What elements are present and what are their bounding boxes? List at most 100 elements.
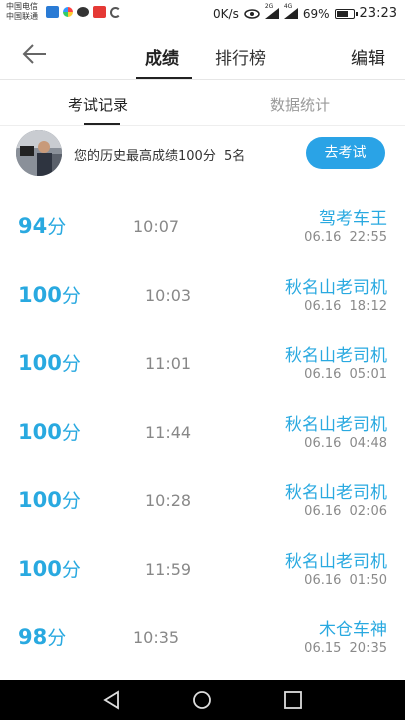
record-row[interactable]: 100分 10:28 秋名山老司机 06.16 02:06 bbox=[0, 456, 405, 525]
record-list: 94分 10:07 驾考车王 06.16 22:55 100分 10:03 秋名山老司机 06… bbox=[0, 182, 405, 662]
battery-icon bbox=[334, 8, 358, 19]
score-unit: 分 bbox=[61, 353, 81, 375]
app-notification-icon bbox=[46, 6, 59, 18]
score-value: 100 bbox=[18, 556, 62, 581]
record-score: 100分 bbox=[18, 418, 81, 445]
record-time: 18:12 bbox=[349, 298, 387, 314]
record-datetime: 06.16 05:01 bbox=[304, 367, 387, 382]
record-score: 100分 bbox=[18, 486, 81, 513]
edit-button[interactable]: 编辑 bbox=[351, 44, 385, 69]
record-row[interactable]: 100分 10:03 秋名山老司机 06.16 18:12 bbox=[0, 251, 405, 320]
best-rank: 5名 bbox=[223, 149, 246, 164]
record-date: 06.16 bbox=[304, 230, 342, 245]
go-exam-button[interactable]: 去考试 bbox=[306, 137, 385, 169]
score-unit: 分 bbox=[61, 284, 81, 307]
system-nav-bar bbox=[0, 680, 405, 720]
notification-icons bbox=[46, 6, 121, 18]
record-date: 06.16 bbox=[304, 367, 342, 382]
record-datetime: 06.16 04:48 bbox=[304, 436, 387, 451]
record-datetime: 06.16 22:55 bbox=[304, 230, 387, 245]
record-date: 06.15 bbox=[304, 641, 342, 656]
record-row[interactable]: 100分 11:59 秋名山老司机 06.16 01:50 bbox=[0, 525, 405, 594]
record-title: 秋名山老司机 bbox=[285, 414, 387, 435]
record-score: 94分 bbox=[18, 212, 66, 239]
status-right: 0K/s 2G 4G 69% 23:23 bbox=[213, 3, 397, 21]
news-icon bbox=[93, 6, 106, 18]
avatar[interactable] bbox=[16, 130, 62, 176]
sub-tabs: 考试记录 数据统计 bbox=[0, 80, 405, 126]
record-score: 100分 bbox=[18, 281, 81, 308]
carrier-2: 中国联通 bbox=[6, 12, 38, 21]
score-value: 94 bbox=[18, 214, 48, 238]
record-datetime: 06.16 01:50 bbox=[304, 573, 387, 588]
signal-2g-icon: 2G bbox=[264, 3, 279, 19]
sub-tab-indicator bbox=[84, 123, 120, 125]
record-datetime: 06.15 20:35 bbox=[304, 641, 387, 656]
record-row[interactable]: 100分 11:01 秋名山老司机 06.16 05:01 bbox=[0, 319, 405, 388]
signal-4g-icon: 4G bbox=[283, 3, 298, 19]
back-arrow-icon[interactable] bbox=[20, 40, 50, 68]
score-value: 100 bbox=[18, 419, 62, 444]
wechat-icon bbox=[77, 7, 89, 17]
record-duration: 10:03 bbox=[145, 285, 192, 305]
record-row[interactable]: 94分 10:07 驾考车王 06.16 22:55 bbox=[0, 182, 405, 251]
record-duration: 11:59 bbox=[145, 559, 192, 579]
record-date: 06.16 bbox=[304, 572, 342, 588]
record-title: 驾考车王 bbox=[319, 209, 387, 229]
home-circle-icon[interactable] bbox=[192, 690, 212, 710]
score-unit: 分 bbox=[61, 558, 81, 581]
record-row[interactable]: 98分 10:35 木仓车神 06.15 20:35 bbox=[0, 593, 405, 662]
network-speed: 0K/s bbox=[213, 6, 239, 21]
sync-icon bbox=[110, 6, 121, 18]
top-nav: 成绩 排行榜 编辑 bbox=[0, 28, 405, 80]
carrier-1: 中国电信 bbox=[6, 2, 38, 11]
record-duration: 11:01 bbox=[145, 354, 192, 373]
score-value: 98 bbox=[18, 625, 48, 649]
carrier-labels: 中国电信 中国联通 bbox=[6, 2, 38, 22]
record-title: 秋名山老司机 bbox=[285, 483, 387, 503]
record-time: 20:35 bbox=[349, 641, 387, 656]
recents-square-icon[interactable] bbox=[283, 690, 303, 710]
tab-ranking[interactable]: 排行榜 bbox=[215, 44, 266, 69]
best-score-label: 您的历史最高成绩100分 bbox=[74, 149, 216, 164]
tab-active-indicator bbox=[136, 77, 192, 79]
score-unit: 分 bbox=[61, 490, 81, 512]
record-time: 01:50 bbox=[349, 572, 387, 588]
record-time: 02:06 bbox=[349, 504, 387, 519]
record-time: 05:01 bbox=[349, 367, 387, 382]
record-title: 木仓车神 bbox=[319, 620, 387, 640]
eye-icon bbox=[244, 8, 260, 19]
record-title: 秋名山老司机 bbox=[285, 551, 387, 572]
record-datetime: 06.16 02:06 bbox=[304, 504, 387, 519]
record-date: 06.16 bbox=[304, 435, 342, 451]
score-unit: 分 bbox=[47, 627, 67, 649]
record-duration: 10:35 bbox=[133, 628, 180, 647]
clock: 23:23 bbox=[359, 6, 397, 21]
pinwheel-icon bbox=[63, 7, 73, 17]
best-score-bar: 您的历史最高成绩100分 5名 去考试 bbox=[0, 126, 405, 182]
record-date: 06.16 bbox=[304, 298, 342, 314]
tab-scores[interactable]: 成绩 bbox=[145, 44, 179, 69]
score-unit: 分 bbox=[47, 216, 67, 238]
record-title: 秋名山老司机 bbox=[285, 277, 387, 298]
back-triangle-icon[interactable] bbox=[102, 690, 122, 710]
record-datetime: 06.16 18:12 bbox=[304, 299, 387, 314]
record-duration: 10:07 bbox=[133, 217, 180, 236]
score-value: 100 bbox=[18, 282, 62, 307]
record-score: 100分 bbox=[18, 349, 81, 376]
tab-data-stats[interactable]: 数据统计 bbox=[270, 94, 330, 115]
record-date: 06.16 bbox=[304, 504, 342, 519]
battery-percent: 69% bbox=[302, 6, 330, 21]
record-duration: 11:44 bbox=[145, 422, 192, 442]
score-value: 100 bbox=[18, 351, 62, 375]
status-bar: 中国电信 中国联通 0K/s 2G 4G 69% 23:23 bbox=[0, 0, 405, 28]
tab-exam-records[interactable]: 考试记录 bbox=[68, 94, 128, 115]
score-unit: 分 bbox=[61, 421, 81, 444]
record-duration: 10:28 bbox=[145, 491, 192, 510]
record-time: 22:55 bbox=[349, 230, 387, 245]
record-score: 98分 bbox=[18, 623, 66, 650]
record-time: 04:48 bbox=[349, 435, 387, 451]
score-value: 100 bbox=[18, 488, 62, 512]
record-row[interactable]: 100分 11:44 秋名山老司机 06.16 04:48 bbox=[0, 388, 405, 457]
best-score-text: 您的历史最高成绩100分 5名 bbox=[74, 145, 245, 164]
